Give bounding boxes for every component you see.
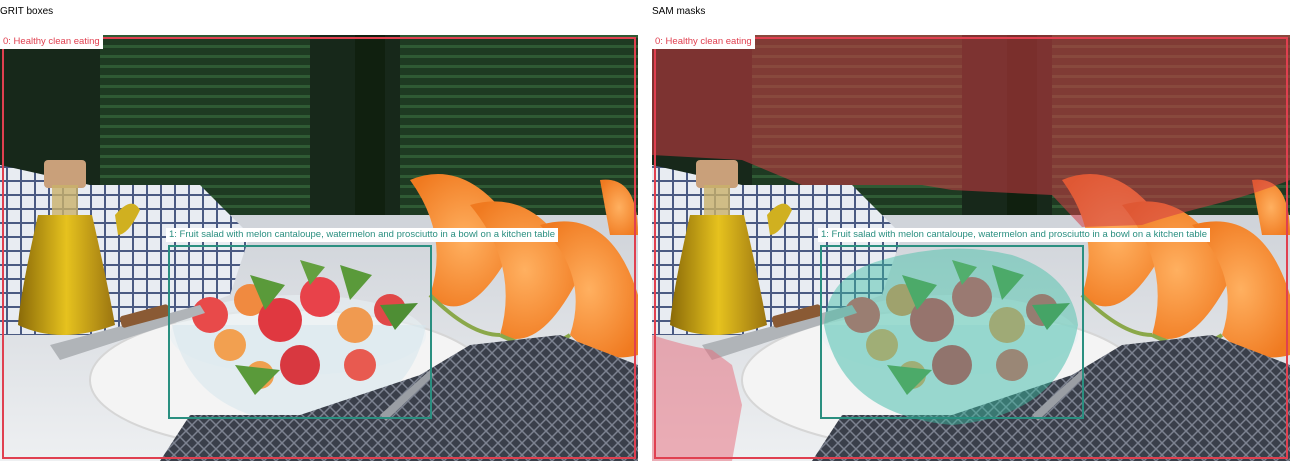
box-label-1: 1: Fruit salad with melon cantaloupe, wa… (166, 228, 559, 242)
bounding-box-1-sam (820, 245, 1084, 419)
box-label-0-sam: 0: Healthy clean eating (652, 35, 755, 49)
box-label-0: 0: Healthy clean eating (0, 35, 103, 49)
grit-boxes-panel: 0: Healthy clean eating 1: Fruit salad w… (0, 35, 638, 461)
sam-masks-panel: 0: Healthy clean eating 1: Fruit salad w… (652, 35, 1290, 461)
panel-title-grit-boxes: GRIT boxes (0, 6, 54, 17)
panel-title-sam-masks: SAM masks (652, 6, 706, 17)
box-label-1-sam: 1: Fruit salad with melon cantaloupe, wa… (818, 228, 1211, 242)
bounding-box-1 (168, 245, 432, 419)
